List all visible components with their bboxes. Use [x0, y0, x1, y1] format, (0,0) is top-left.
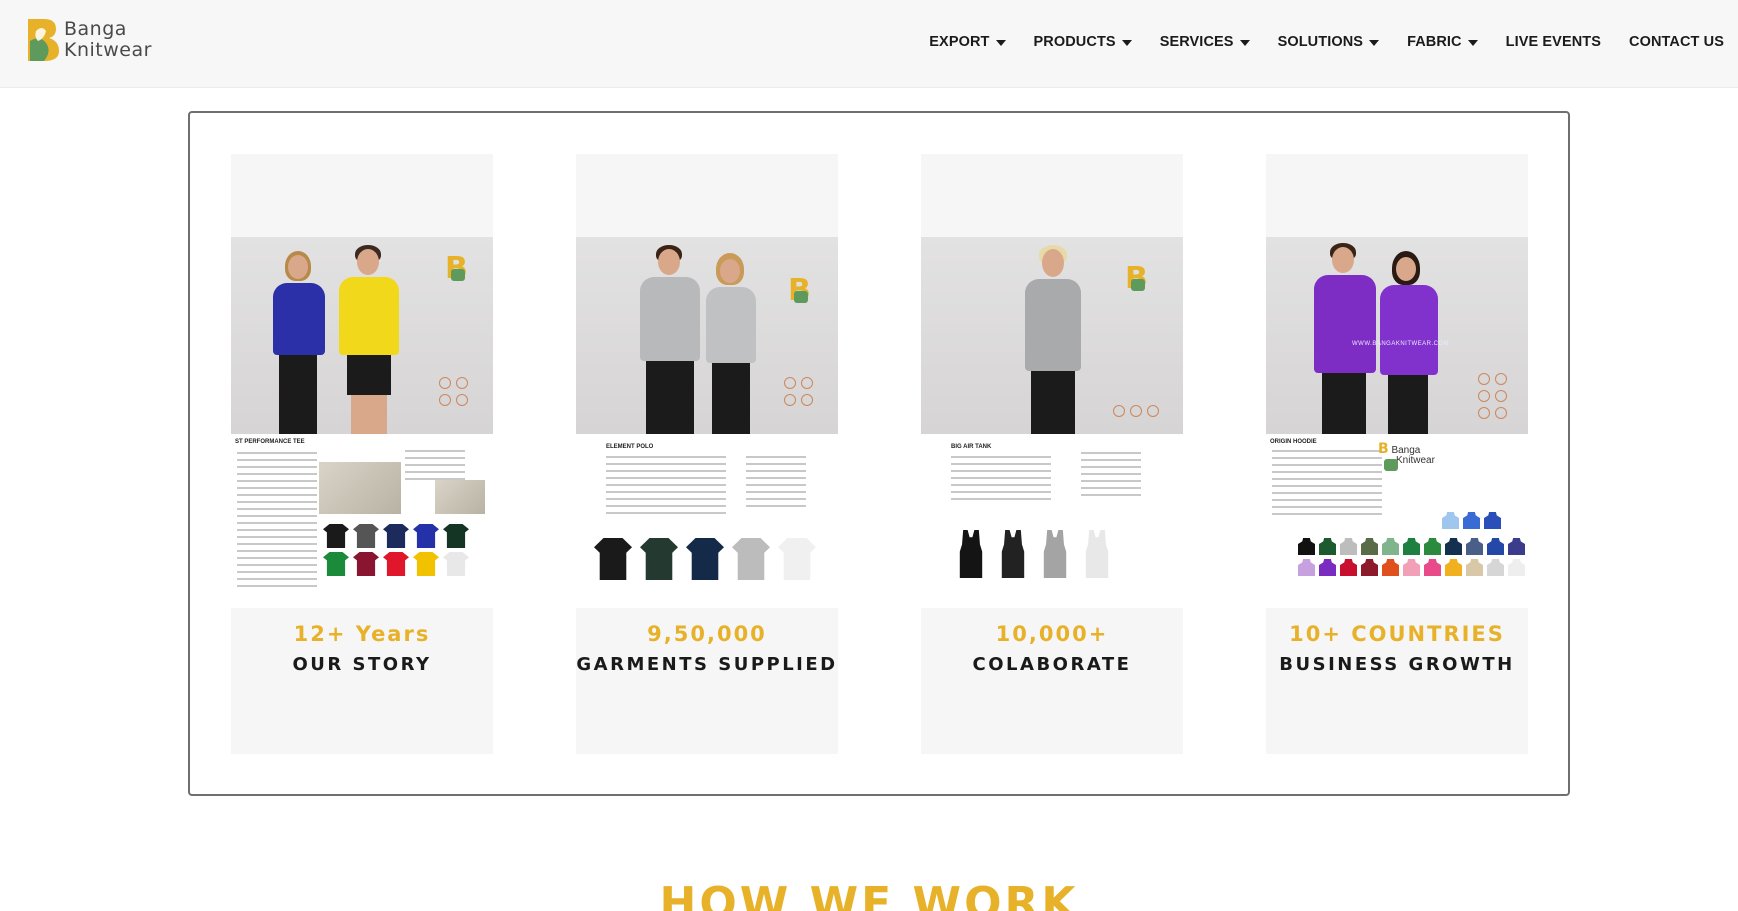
brand-mark-icon: B — [788, 273, 811, 308]
nav-fabric[interactable]: FABRIC — [1407, 30, 1478, 54]
stat-caption: GARMENTS SUPPLIED — [576, 654, 838, 675]
color-swatches — [1298, 538, 1528, 576]
spec-sheet: ST PERFORMANCE TEE — [231, 434, 493, 608]
nav-solutions-label: SOLUTIONS — [1277, 34, 1364, 50]
color-swatches — [594, 538, 834, 580]
product-photo-tee: B — [231, 237, 493, 434]
care-icons — [784, 377, 813, 406]
main-nav: EXPORT PRODUCTS SERVICES SOLUTIONS FABRI… — [901, 30, 1724, 54]
stat-caption: BUSINESS GROWTH — [1279, 654, 1515, 675]
nav-live-events[interactable]: LIVE EVENTS — [1506, 30, 1601, 54]
stat-caption: COLABORATE — [972, 654, 1132, 675]
stat-value: 9,50,000 — [647, 622, 767, 646]
product-photo-tank: B — [921, 237, 1183, 434]
logo-wordmark: Banga Knitwear — [64, 19, 152, 61]
nav-products[interactable]: PRODUCTS — [1034, 30, 1132, 54]
section-heading-how-we-work: HOW WE WORK — [659, 878, 1079, 911]
spec-sheet-title: ORIGIN HOODIE — [1270, 439, 1317, 445]
spec-sheet: BIG AIR TANK — [921, 434, 1183, 608]
sheet-logo: B Banga Knitwear — [1378, 441, 1435, 466]
nav-products-label: PRODUCTS — [1033, 34, 1116, 50]
nav-live-events-label: LIVE EVENTS — [1505, 34, 1602, 50]
logo-line-2: Knitwear — [64, 39, 152, 61]
color-swatches — [957, 530, 1167, 578]
stat-value: 12+ Years — [293, 622, 431, 646]
care-icons — [1478, 373, 1507, 419]
site-header: Banga Knitwear EXPORT PRODUCTS SERVICES … — [0, 0, 1738, 88]
stat-card-colaborate[interactable]: B BIG AIR TANK 10,000+ COLABORATE — [921, 154, 1183, 754]
nav-services[interactable]: SERVICES — [1160, 30, 1250, 54]
nav-solutions[interactable]: SOLUTIONS — [1278, 30, 1380, 54]
nav-fabric-label: FABRIC — [1407, 34, 1462, 50]
stat-value: 10+ COUNTRIES — [1289, 622, 1505, 646]
stat-value: 10,000+ — [995, 622, 1109, 646]
nav-export-label: EXPORT — [929, 34, 990, 50]
nav-services-label: SERVICES — [1159, 34, 1234, 50]
caret-down-icon — [995, 39, 1006, 46]
spec-sheet: ELEMENT POLO — [576, 434, 838, 608]
product-photo-polo: B — [576, 237, 838, 434]
brand-logo[interactable]: Banga Knitwear — [22, 15, 182, 65]
caret-down-icon — [1239, 39, 1250, 46]
sheet-logo-text-2: Knitwear — [1396, 455, 1435, 466]
logo-b-icon — [28, 19, 59, 61]
spec-sheet: ORIGIN HOODIE B Banga Knitwear — [1266, 434, 1528, 608]
stat-card-garments-supplied[interactable]: B ELEMENT POLO 9,50,000 GARMENTS SUPPLIE… — [576, 154, 838, 754]
color-swatches — [323, 524, 491, 576]
nav-contact-us[interactable]: CONTACT US — [1629, 30, 1724, 54]
nav-export[interactable]: EXPORT — [929, 30, 1006, 54]
stat-card-our-story[interactable]: B ST PERFORMANCE TEE 12+ Years OUR STORY — [231, 154, 493, 754]
logo-line-1: Banga — [64, 18, 127, 40]
care-icons — [1113, 405, 1159, 417]
spec-sheet-title: ELEMENT POLO — [606, 444, 654, 450]
stats-frame: B ST PERFORMANCE TEE 12+ Years OUR STORY — [188, 111, 1570, 796]
spec-sheet-title: ST PERFORMANCE TEE — [235, 439, 305, 445]
spec-sheet-title: BIG AIR TANK — [951, 444, 992, 450]
caret-down-icon — [1369, 39, 1380, 46]
stat-card-business-growth[interactable]: WWW.BANGAKNITWEAR.COM ORIGIN HOODIE B Ba… — [1266, 154, 1528, 754]
brand-mark-icon: B — [445, 251, 468, 286]
color-swatches — [1442, 512, 1526, 529]
care-icons — [439, 377, 468, 406]
caret-down-icon — [1467, 39, 1478, 46]
watermark-text: WWW.BANGAKNITWEAR.COM — [1352, 341, 1450, 347]
brand-mark-icon: B — [1125, 261, 1148, 296]
product-photo-hoodie: WWW.BANGAKNITWEAR.COM — [1266, 237, 1528, 434]
stat-caption: OUR STORY — [292, 654, 432, 675]
nav-contact-us-label: CONTACT US — [1629, 34, 1724, 50]
caret-down-icon — [1121, 39, 1132, 46]
